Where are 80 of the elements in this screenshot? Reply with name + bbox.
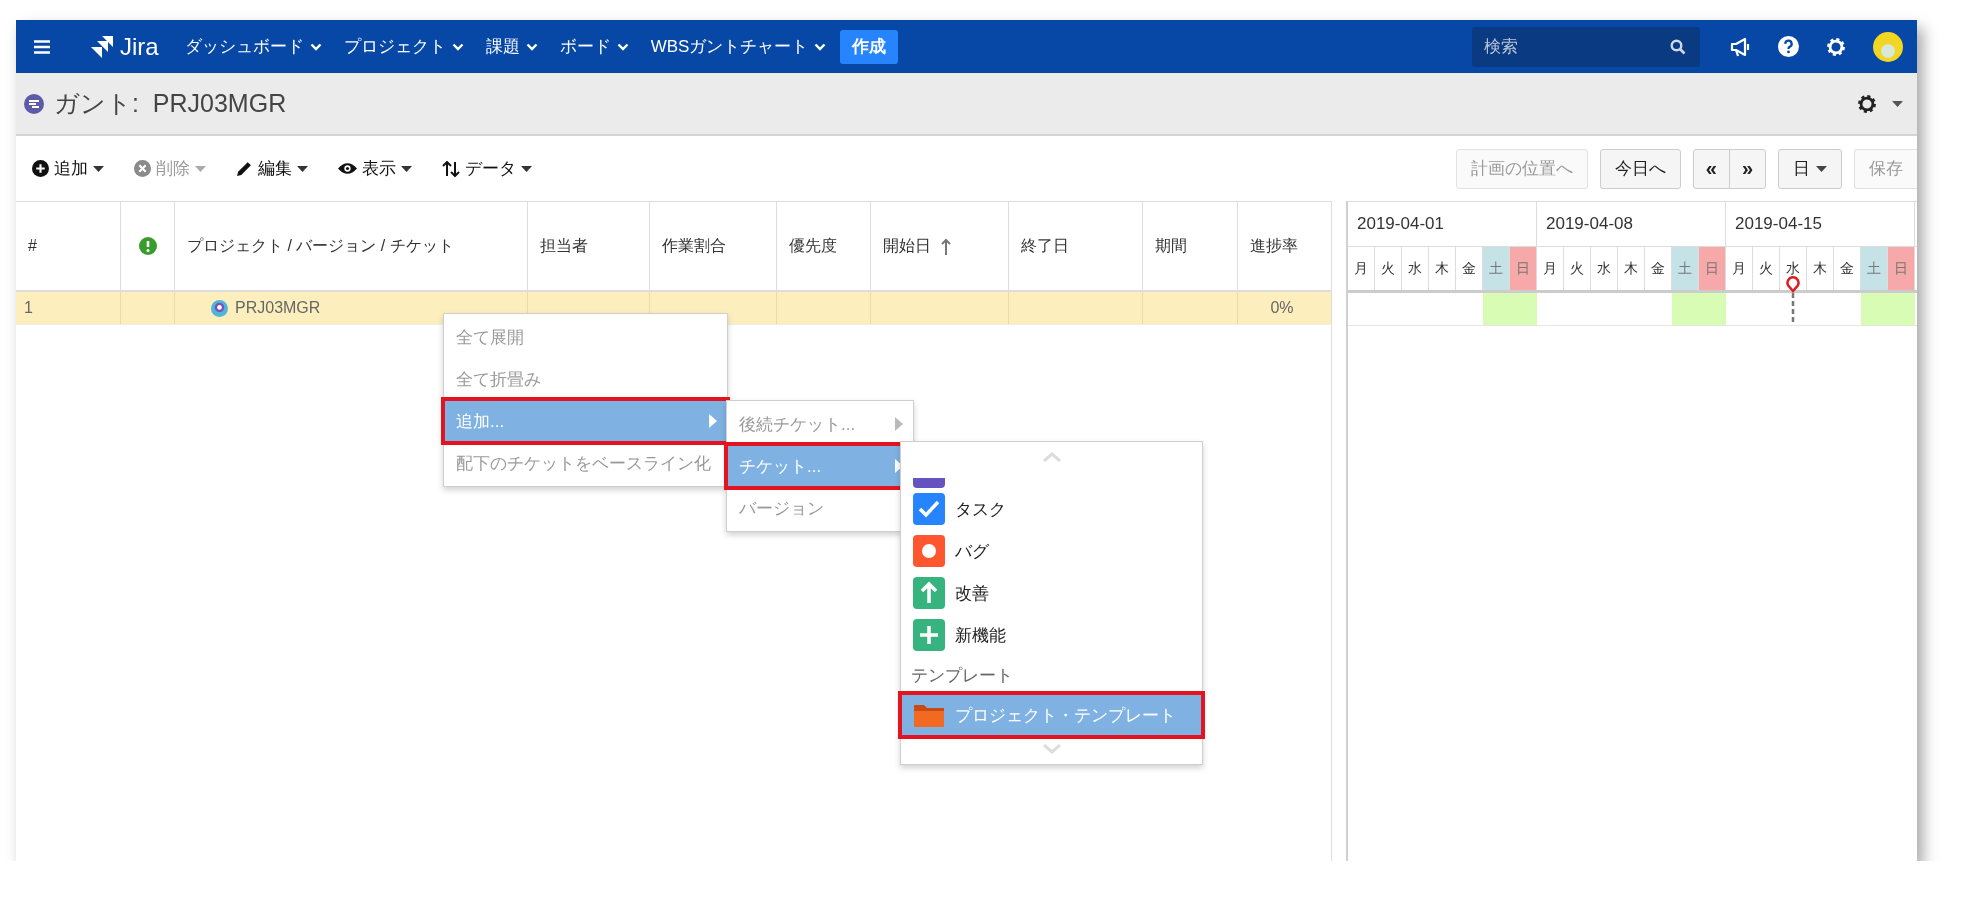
menu-item[interactable]: 新機能 xyxy=(901,614,1202,656)
bug-icon xyxy=(913,535,945,567)
nav-menu[interactable]: プロジェクト xyxy=(343,35,464,58)
column-header[interactable]: 期間 xyxy=(1155,235,1187,257)
x-circle-icon xyxy=(134,160,151,177)
caret-icon xyxy=(93,165,104,172)
sort-arrows-icon xyxy=(442,160,460,177)
settings-icon[interactable] xyxy=(1856,92,1878,115)
progress-value: 0% xyxy=(1270,299,1294,317)
toolbar-button[interactable]: 表示 xyxy=(338,157,412,180)
day-label: 日 xyxy=(1888,247,1915,290)
toolbar-button[interactable]: » xyxy=(1728,148,1766,189)
project-icon xyxy=(211,299,228,317)
toolbar-button[interactable]: 追加 xyxy=(32,157,104,180)
caret-icon xyxy=(195,165,206,172)
day-label: 日 xyxy=(1699,247,1726,290)
submenu-arrow-icon xyxy=(709,414,717,428)
week-label: 2019-04-15 xyxy=(1735,214,1822,234)
project-name[interactable]: PRJ03MGR xyxy=(235,299,321,317)
page-title: ガント: PRJ03MGR xyxy=(54,88,287,119)
arrow-up-icon xyxy=(913,577,945,609)
plus-circle-icon xyxy=(32,160,49,177)
search-field[interactable]: 検索 xyxy=(1472,26,1700,67)
toolbar-button[interactable]: 今日へ xyxy=(1599,148,1681,189)
caret-icon xyxy=(1816,165,1827,172)
eye-icon xyxy=(338,162,357,175)
alert-icon xyxy=(138,237,157,255)
chevron-down-icon xyxy=(309,42,322,51)
help-icon[interactable] xyxy=(1778,36,1799,57)
pencil-icon xyxy=(236,160,253,177)
toolbar-button[interactable]: データ xyxy=(442,157,532,180)
day-label: 土 xyxy=(1861,247,1888,290)
chevron-down-icon xyxy=(451,42,464,51)
caret-icon xyxy=(1892,100,1903,107)
chevron-down-icon xyxy=(525,42,538,51)
avatar[interactable] xyxy=(1873,31,1903,62)
chevron-down-icon xyxy=(814,42,827,51)
toolbar-button[interactable]: 編集 xyxy=(236,157,308,180)
section-header: テンプレート xyxy=(910,664,1014,687)
toolbar-button[interactable]: 日 xyxy=(1778,148,1842,189)
nav-menu[interactable]: ダッシュボード xyxy=(184,35,322,58)
checkmark-icon xyxy=(913,493,945,525)
week-label: 2019-04-08 xyxy=(1546,214,1633,234)
column-header[interactable]: 優先度 xyxy=(789,235,837,257)
table-row[interactable]: 1 PRJ03MGR 0% xyxy=(16,292,1331,325)
nav-menu[interactable]: ボード xyxy=(559,35,629,58)
column-header[interactable]: 担当者 xyxy=(540,235,588,257)
column-header[interactable]: # xyxy=(28,237,37,255)
nav-menu[interactable]: 課題 xyxy=(485,35,538,58)
column-header[interactable]: 作業割合 xyxy=(662,235,726,257)
folder-icon xyxy=(913,702,945,728)
caret-icon xyxy=(401,165,412,172)
menu-item[interactable]: タスク xyxy=(901,488,1202,530)
menu-item[interactable]: バグ xyxy=(901,530,1202,572)
submenu-arrow-icon xyxy=(895,417,903,431)
megaphone-icon[interactable] xyxy=(1730,36,1752,57)
day-label: 土 xyxy=(1672,247,1699,290)
menu-icon[interactable] xyxy=(34,39,50,54)
plus-icon xyxy=(913,619,945,651)
lightning-icon xyxy=(913,478,945,488)
day-label: 日 xyxy=(1510,247,1537,290)
menu-item[interactable]: 改善 xyxy=(901,572,1202,614)
caret-icon xyxy=(297,165,308,172)
row-number: 1 xyxy=(24,299,33,317)
nav-menu[interactable]: WBSガントチャート xyxy=(650,35,827,58)
week-label: 2019-04-01 xyxy=(1357,214,1444,234)
column-header[interactable]: 開始日 xyxy=(883,235,931,257)
search-icon xyxy=(1670,38,1686,55)
day-label: 土 xyxy=(1483,247,1510,290)
chevron-down-icon xyxy=(616,42,629,51)
settings-icon[interactable] xyxy=(1825,35,1847,58)
toolbar-button[interactable]: « xyxy=(1692,148,1730,189)
app-name[interactable]: Jira xyxy=(120,32,159,61)
gantt-icon xyxy=(24,93,44,114)
column-header[interactable]: 進捗率 xyxy=(1250,235,1298,257)
logo-icon[interactable] xyxy=(90,34,114,59)
column-header[interactable]: 終了日 xyxy=(1021,235,1069,257)
create-button[interactable]: 作成 xyxy=(840,29,899,64)
caret-icon xyxy=(521,165,532,172)
column-header[interactable]: プロジェクト / バージョン / チケット xyxy=(187,235,454,257)
